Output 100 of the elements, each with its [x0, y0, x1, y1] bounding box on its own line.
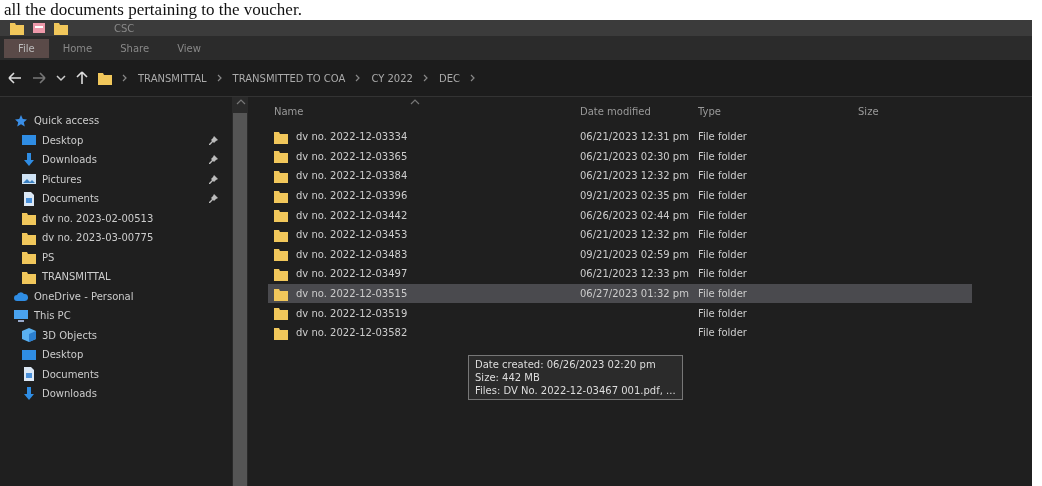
- sidebar-item[interactable]: OneDrive - Personal: [0, 286, 232, 306]
- tooltip-text: Size: 442 MB: [475, 371, 541, 384]
- date-modified: 09/21/2023 02:35 pm: [580, 190, 689, 202]
- breadcrumb-item[interactable]: DEC: [438, 72, 460, 84]
- tooltip-text: Date created: 06/26/2023 02:20 pm: [475, 358, 657, 371]
- chevron-right-icon: [216, 74, 223, 82]
- sidebar-item[interactable]: Documents: [0, 189, 232, 209]
- sort-caret-icon: [410, 99, 420, 105]
- file-name[interactable]: dv no. 2022-12-03334: [296, 131, 408, 143]
- folder-icon: [22, 269, 36, 284]
- column-header[interactable]: Size: [858, 105, 958, 117]
- file-row[interactable]: dv no. 2022-12-03442 06/26/2023 02:44 pm File folder: [268, 205, 972, 225]
- sidebar-item[interactable]: TRANSMITTAL: [0, 267, 232, 287]
- breadcrumb-item[interactable]: CY 2022: [371, 72, 413, 84]
- window-title: CSC: [114, 22, 135, 34]
- sidebar-item[interactable]: Downloads: [0, 150, 232, 170]
- document-icon: [22, 191, 36, 206]
- sidebar-item[interactable]: PS: [0, 247, 232, 267]
- date-modified: 06/27/2023 01:32 pm: [580, 288, 689, 300]
- date-modified: 09/21/2023 02:59 pm: [580, 248, 689, 260]
- file-row[interactable]: dv no. 2022-12-03483 09/21/2023 02:59 pm File folder: [268, 244, 972, 265]
- file-row[interactable]: dv no. 2022-12-03365 06/21/2023 02:30 pm File folder: [268, 146, 972, 167]
- sidebar-item[interactable]: Quick access: [0, 111, 232, 131]
- sidebar-item[interactable]: dv no. 2023-02-00513: [0, 208, 232, 228]
- sidebar-item[interactable]: Documents: [0, 364, 232, 384]
- file-type: File folder: [698, 288, 747, 300]
- file-type: File folder: [698, 307, 747, 319]
- file-name[interactable]: dv no. 2022-12-03519: [296, 307, 408, 319]
- column-header[interactable]: Type: [698, 105, 858, 117]
- file-name[interactable]: dv no. 2022-12-03396: [296, 190, 408, 202]
- ribbon-tab[interactable]: File: [4, 38, 49, 58]
- file-type: File folder: [698, 248, 747, 260]
- folder-icon: [274, 325, 288, 340]
- cloud-icon: [14, 289, 28, 304]
- ribbon-tab[interactable]: Share: [106, 38, 164, 58]
- scrollbar-thumb[interactable]: [233, 113, 247, 486]
- folder-icon: [22, 230, 36, 245]
- file-name[interactable]: dv no. 2022-12-03497: [296, 268, 408, 280]
- folder-icon: [22, 211, 36, 226]
- file-name[interactable]: dv no. 2022-12-03365: [296, 150, 408, 162]
- file-type: File folder: [698, 229, 747, 241]
- ribbon-tab[interactable]: Home: [48, 38, 107, 58]
- desktop-icon: [22, 347, 36, 362]
- file-name[interactable]: dv no. 2022-12-03483: [296, 248, 408, 260]
- sidebar-item[interactable]: 3D Objects: [0, 325, 232, 345]
- folder-icon: [274, 247, 288, 262]
- file-name[interactable]: dv no. 2022-12-03453: [296, 229, 408, 241]
- sidebar-item[interactable]: Desktop: [0, 345, 232, 365]
- sidebar-item[interactable]: Desktop: [0, 130, 232, 150]
- file-row[interactable]: dv no. 2022-12-03384 06/21/2023 12:32 pm File folder: [268, 166, 972, 186]
- folder-icon: [274, 129, 288, 144]
- folder-icon: [274, 286, 288, 301]
- sidebar-item[interactable]: Downloads: [0, 384, 232, 404]
- selected-row[interactable]: dv no. 2022-12-03515 06/27/2023 01:32 pm File folder: [268, 283, 972, 304]
- scrollbar[interactable]: [232, 97, 248, 486]
- file-row[interactable]: dv no. 2022-12-03497 06/21/2023 12:33 pm File folder: [268, 264, 972, 284]
- file-name[interactable]: dv no. 2022-12-03515: [296, 288, 408, 300]
- file-type: File folder: [698, 209, 747, 221]
- date-modified: 06/21/2023 12:32 pm: [580, 229, 689, 241]
- column-header[interactable]: Name: [268, 105, 580, 117]
- column-header[interactable]: Date modified: [580, 105, 698, 117]
- ribbon-tab[interactable]: View: [163, 38, 215, 58]
- file-type: File folder: [698, 268, 747, 280]
- sidebar-item[interactable]: Pictures: [0, 169, 232, 189]
- caption-text: all the documents pertaining to the voucher.: [3, 0, 302, 20]
- date-modified: 06/21/2023 12:33 pm: [580, 268, 689, 280]
- file-row[interactable]: dv no. 2022-12-03334 06/21/2023 12:31 pm File folder: [268, 127, 972, 147]
- chevron-right-icon: [122, 74, 128, 82]
- file-row[interactable]: dv no. 2022-12-03582 File folder: [268, 322, 972, 343]
- back-arrow-icon: [8, 72, 22, 84]
- folder-icon: [22, 250, 36, 265]
- tooltip-text: Files: DV No. 2022-12-03467 001.pdf, ...: [475, 384, 676, 397]
- date-modified: 06/21/2023 12:31 pm: [580, 131, 689, 143]
- file-type: File folder: [698, 190, 747, 202]
- date-modified: 06/21/2023 02:30 pm: [580, 150, 689, 162]
- folder-icon: [274, 149, 288, 164]
- cube-icon: [22, 328, 36, 343]
- file-row[interactable]: dv no. 2022-12-03453 06/21/2023 12:32 pm File folder: [268, 224, 972, 245]
- file-name[interactable]: dv no. 2022-12-03442: [296, 209, 408, 221]
- breadcrumb-item[interactable]: TRANSMITTED TO COA: [232, 72, 346, 84]
- sidebar-item[interactable]: dv no. 2023-03-00775: [0, 228, 232, 248]
- chevron-right-icon: [422, 74, 429, 82]
- forward-arrow-icon: [32, 72, 46, 84]
- breadcrumb-item[interactable]: TRANSMITTAL: [138, 72, 207, 84]
- file-name[interactable]: dv no. 2022-12-03384: [296, 170, 408, 182]
- download-icon: [22, 386, 36, 401]
- download-icon: [22, 152, 36, 167]
- file-type: File folder: [698, 150, 747, 162]
- sidebar-item[interactable]: This PC: [0, 306, 232, 326]
- file-row[interactable]: dv no. 2022-12-03519 File folder: [268, 303, 972, 323]
- up-arrow-icon: [76, 71, 88, 85]
- file-type: File folder: [698, 131, 747, 143]
- chevron-right-icon: [355, 74, 362, 82]
- file-name[interactable]: dv no. 2022-12-03582: [296, 327, 408, 339]
- folder-icon: [274, 188, 288, 203]
- date-modified: 06/26/2023 02:44 pm: [580, 209, 689, 221]
- file-type: File folder: [698, 170, 747, 182]
- file-row[interactable]: dv no. 2022-12-03396 09/21/2023 02:35 pm File folder: [268, 185, 972, 206]
- date-modified: 06/21/2023 12:32 pm: [580, 170, 689, 182]
- folder-icon: [274, 169, 288, 183]
